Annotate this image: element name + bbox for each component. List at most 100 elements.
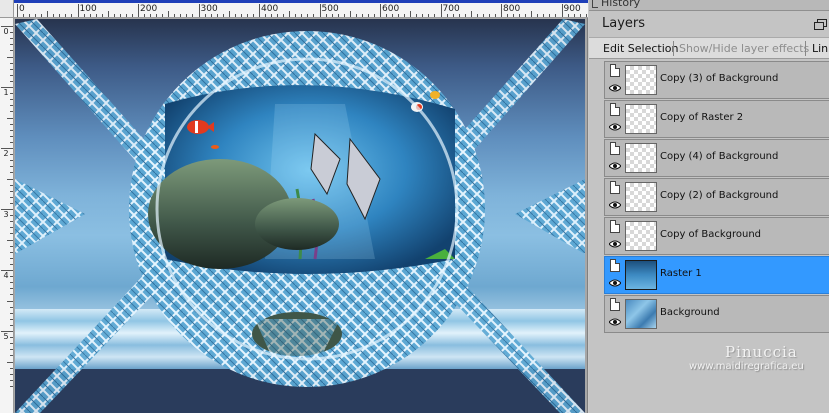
link-button[interactable]: Link bbox=[812, 42, 829, 55]
raster-layer-icon bbox=[610, 220, 620, 233]
visibility-eye-icon[interactable] bbox=[609, 162, 621, 170]
ruler-minor-tick bbox=[585, 14, 587, 17]
ruler-minor-tick bbox=[10, 184, 13, 186]
ruler-minor-tick bbox=[240, 14, 242, 17]
ruler-minor-tick bbox=[555, 14, 557, 17]
show-hide-layer-effects-button[interactable]: Show/Hide layer effects bbox=[679, 42, 809, 55]
layer-name: Copy (4) of Background bbox=[660, 151, 779, 162]
ruler-minor-tick bbox=[446, 14, 448, 17]
layer-row[interactable]: Background bbox=[604, 295, 829, 333]
raster-layer-icon bbox=[610, 259, 620, 272]
ruler-tick bbox=[138, 4, 139, 17]
visibility-eye-icon[interactable] bbox=[609, 240, 621, 248]
ruler-minor-tick bbox=[10, 221, 13, 223]
ruler-minor-tick bbox=[404, 14, 406, 17]
ruler-minor-tick bbox=[10, 160, 13, 162]
ruler-minor-tick bbox=[525, 14, 527, 17]
ruler-minor-tick bbox=[10, 50, 13, 52]
ruler-label: 300 bbox=[200, 4, 218, 14]
visibility-eye-icon[interactable] bbox=[609, 123, 621, 131]
layer-name: Copy (3) of Background bbox=[660, 73, 779, 84]
ruler-minor-tick bbox=[10, 276, 13, 278]
ruler-minor-tick bbox=[186, 14, 188, 17]
layer-row[interactable]: Copy (3) of Background bbox=[604, 61, 829, 99]
ruler-tick bbox=[77, 4, 79, 17]
raster-layer-icon bbox=[610, 181, 620, 194]
ruler-minor-tick bbox=[10, 227, 13, 229]
layer-name: Raster 1 bbox=[660, 268, 702, 279]
layer-row[interactable]: Raster 1 bbox=[604, 256, 829, 294]
ruler-minor-tick bbox=[331, 14, 333, 17]
ruler-minor-tick bbox=[119, 14, 121, 17]
ruler-minor-tick bbox=[10, 135, 13, 137]
ruler-minor-tick bbox=[307, 14, 309, 17]
layer-name: Background bbox=[660, 307, 720, 318]
float-palette-icon[interactable] bbox=[814, 19, 827, 30]
ruler-minor-tick bbox=[10, 93, 13, 95]
ruler-minor-tick bbox=[10, 190, 13, 192]
ruler-tick bbox=[319, 4, 321, 17]
ruler-minor-tick bbox=[428, 14, 430, 17]
ruler-minor-tick bbox=[10, 343, 13, 345]
image-canvas[interactable] bbox=[15, 19, 585, 413]
ruler-minor-tick bbox=[7, 56, 13, 58]
ruler-minor-tick bbox=[398, 14, 400, 17]
ruler-label: 100 bbox=[79, 4, 97, 14]
ruler-minor-tick bbox=[325, 14, 327, 17]
ruler-minor-tick bbox=[59, 14, 61, 17]
ruler-minor-tick bbox=[29, 14, 31, 17]
ruler-minor-tick bbox=[361, 14, 363, 17]
ruler-minor-tick bbox=[7, 300, 13, 302]
ruler-tick bbox=[440, 4, 442, 17]
ruler-minor-tick bbox=[537, 14, 539, 17]
ruler-minor-tick bbox=[513, 14, 515, 17]
ruler-minor-tick bbox=[567, 14, 569, 17]
layer-row[interactable]: Copy (2) of Background bbox=[604, 178, 829, 216]
ruler-minor-tick bbox=[7, 178, 13, 180]
ruler-minor-tick bbox=[71, 14, 73, 17]
watermark: Pinuccia www.maidiregrafica.eu bbox=[689, 343, 829, 372]
ruler-label: 700 bbox=[442, 4, 460, 14]
ruler-minor-tick bbox=[10, 318, 13, 320]
ruler-minor-tick bbox=[10, 251, 13, 253]
layer-row[interactable]: Copy of Raster 2 bbox=[604, 100, 829, 138]
visibility-eye-icon[interactable] bbox=[609, 84, 621, 92]
ruler-minor-tick bbox=[107, 11, 109, 17]
ruler-minor-tick bbox=[464, 14, 466, 17]
ruler-minor-tick bbox=[168, 11, 170, 17]
visibility-eye-icon[interactable] bbox=[609, 318, 621, 326]
ruler-minor-tick bbox=[373, 14, 375, 17]
visibility-eye-icon[interactable] bbox=[609, 279, 621, 287]
ruler-minor-tick bbox=[434, 14, 436, 17]
layers-toolbar: Edit Selection Show/Hide layer effects L… bbox=[589, 37, 829, 59]
ruler-minor-tick bbox=[222, 14, 224, 17]
ruler-minor-tick bbox=[10, 257, 13, 259]
ruler-label: 900 bbox=[563, 4, 581, 14]
ruler-minor-tick bbox=[10, 337, 13, 339]
composite-image bbox=[15, 19, 585, 413]
layer-thumbnail bbox=[625, 182, 657, 212]
ruler-minor-tick bbox=[10, 288, 13, 290]
ruler-minor-tick bbox=[10, 105, 13, 107]
ruler-minor-tick bbox=[337, 14, 339, 17]
ruler-corner bbox=[0, 0, 14, 18]
visibility-eye-icon[interactable] bbox=[609, 201, 621, 209]
ruler-minor-tick bbox=[174, 14, 176, 17]
ruler-minor-tick bbox=[531, 11, 533, 17]
ruler-minor-tick bbox=[210, 14, 212, 17]
layer-row[interactable]: Copy of Background bbox=[604, 217, 829, 255]
history-panel-header[interactable]: History bbox=[589, 0, 829, 11]
ruler-minor-tick bbox=[10, 32, 13, 34]
ruler-highlight-bar bbox=[14, 0, 588, 3]
layers-panel-title: Layers bbox=[602, 16, 646, 31]
edit-selection-button[interactable]: Edit Selection bbox=[603, 42, 679, 55]
canvas-pane: 0 100 200 300 400 500 600 700 800 900 012345 bbox=[0, 0, 588, 413]
raster-layer-icon bbox=[610, 103, 620, 116]
ruler-minor-tick bbox=[131, 14, 133, 17]
ruler-minor-tick bbox=[10, 123, 13, 125]
watermark-url: www.maidiregrafica.eu bbox=[689, 361, 804, 372]
ruler-minor-tick bbox=[289, 11, 291, 17]
ruler-minor-tick bbox=[10, 233, 13, 235]
layer-row[interactable]: Copy (4) of Background bbox=[604, 139, 829, 177]
ruler-minor-tick bbox=[216, 14, 218, 17]
